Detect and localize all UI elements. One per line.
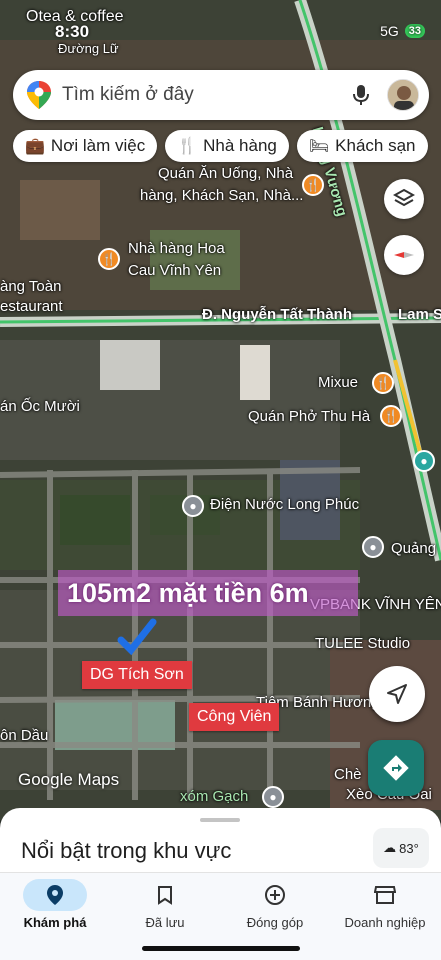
tag-cong-vien: Công Viên [189, 703, 280, 731]
layers-icon [393, 188, 415, 207]
google-maps-logo: Google Maps [18, 770, 120, 789]
place-pin-icon[interactable]: ● [362, 536, 384, 558]
poi-xom-gach-label[interactable]: xóm Gạch [180, 788, 248, 806]
profile-photo-icon [388, 80, 418, 110]
status-bar: Otea & coffee Đường Lữ 8:30 5G 33 [0, 0, 441, 56]
status-time: 8:30 [55, 22, 90, 41]
poi-che-label[interactable]: Chè [334, 766, 362, 784]
status-right: 5G 33 [380, 23, 425, 39]
explore-pin-icon [23, 879, 87, 911]
add-circle-icon [243, 879, 307, 911]
bookmark-icon [133, 879, 197, 911]
tab-label: Doanh nghiệp [344, 915, 426, 930]
chip-label: Nhà hàng [203, 136, 277, 155]
road-lam-s-label: Lam S [398, 306, 441, 323]
poi-nha-hang-hoa-label[interactable]: Nhà hàng Hoa [128, 240, 225, 258]
storefront-icon [353, 879, 417, 911]
directions-icon [383, 755, 409, 781]
chip-label: Khách sạn [335, 136, 416, 155]
poi-quan-oc-label[interactable]: án Ốc Mười [0, 398, 80, 416]
place-pin-icon[interactable]: ● [262, 786, 284, 808]
fork-knife-icon: 🍴 [177, 138, 198, 155]
tab-contribute[interactable]: Đóng góp [220, 873, 330, 930]
battery-badge: 33 [404, 24, 425, 38]
layers-button[interactable] [384, 179, 424, 219]
sheet-drag-handle[interactable] [200, 818, 240, 822]
poi-quan-an-label-2[interactable]: hàng, Khách Sạn, Nhà... [140, 187, 303, 205]
network-label: 5G [380, 23, 399, 39]
poi-quang-label[interactable]: Quảng [391, 540, 436, 558]
tab-saved[interactable]: Đã lưu [110, 873, 220, 930]
sheet-title: Nổi bật trong khu vực [21, 838, 232, 863]
temperature-label: 83° [399, 840, 419, 856]
restaurant-pin-icon[interactable]: 🍴 [372, 372, 394, 394]
maps-pin-logo-icon [27, 81, 51, 109]
search-bar[interactable]: Tìm kiếm ở đây [13, 70, 429, 120]
search-input[interactable]: Tìm kiếm ở đây [62, 84, 349, 106]
poi-mixue-label[interactable]: Mixue [318, 374, 358, 392]
tab-business[interactable]: Doanh nghiệp [330, 873, 440, 930]
bank-pin-icon[interactable]: ● [413, 450, 435, 472]
mic-icon[interactable] [349, 83, 373, 107]
avatar[interactable] [387, 79, 419, 111]
poi-on-dau-label[interactable]: ôn Dầu [0, 727, 48, 745]
listing-banner: 105m2 mặt tiền 6m [58, 570, 358, 616]
chip-hotel[interactable]: 🛏 Khách sạn [296, 130, 428, 162]
tab-explore[interactable]: Khám phá [0, 873, 110, 930]
my-location-button[interactable] [369, 666, 425, 722]
overlay-street-label: Đường Lữ [58, 41, 119, 56]
briefcase-icon: 💼 [25, 138, 45, 155]
location-arrow-icon [387, 684, 407, 704]
poi-quan-an-label[interactable]: Quán Ăn Uống, Nhà [158, 165, 293, 183]
weather-badge[interactable]: ☁ 83° [373, 828, 429, 868]
poi-dien-nuoc-label[interactable]: Điện Nước Long Phúc [210, 496, 359, 514]
bed-icon: 🛏 [308, 138, 330, 155]
bottom-sheet[interactable]: Nổi bật trong khu vực ☁ 83° [0, 808, 441, 872]
shop-pin-icon[interactable]: ● [182, 495, 204, 517]
restaurant-pin-icon[interactable]: 🍴 [380, 405, 402, 427]
compass-icon [394, 252, 414, 258]
poi-tulee-label[interactable]: TULEE Studio [315, 635, 410, 653]
tab-label: Đã lưu [145, 915, 185, 930]
chip-restaurant[interactable]: 🍴 Nhà hàng [165, 130, 289, 162]
checkmark-icon [117, 618, 157, 656]
poi-lang-toan-label[interactable]: àng Toàn [0, 278, 61, 296]
chip-workplace[interactable]: 💼 Nơi làm việc [13, 130, 158, 162]
category-chips: 💼 Nơi làm việc 🍴 Nhà hàng 🛏 Khách sạn [13, 130, 428, 164]
poi-cau-vinh-yen-label[interactable]: Cau Vĩnh Yên [128, 262, 221, 280]
cloud-icon: ☁ [383, 840, 397, 855]
road-nguyen-tat-thanh-label: Đ. Nguyễn Tất Thành [202, 306, 352, 323]
home-indicator[interactable] [142, 946, 300, 951]
tag-tich-son: DG Tích Sơn [82, 661, 192, 689]
restaurant-pin-icon[interactable]: 🍴 [98, 248, 120, 270]
poi-restaurant-label[interactable]: estaurant [0, 298, 63, 316]
directions-button[interactable] [368, 740, 424, 796]
tab-label: Đóng góp [246, 915, 304, 930]
compass-button[interactable] [384, 235, 424, 275]
tab-label: Khám phá [23, 915, 87, 930]
poi-quan-pho-label[interactable]: Quán Phở Thu Hà [248, 408, 370, 426]
chip-label: Nơi làm việc [50, 136, 146, 155]
